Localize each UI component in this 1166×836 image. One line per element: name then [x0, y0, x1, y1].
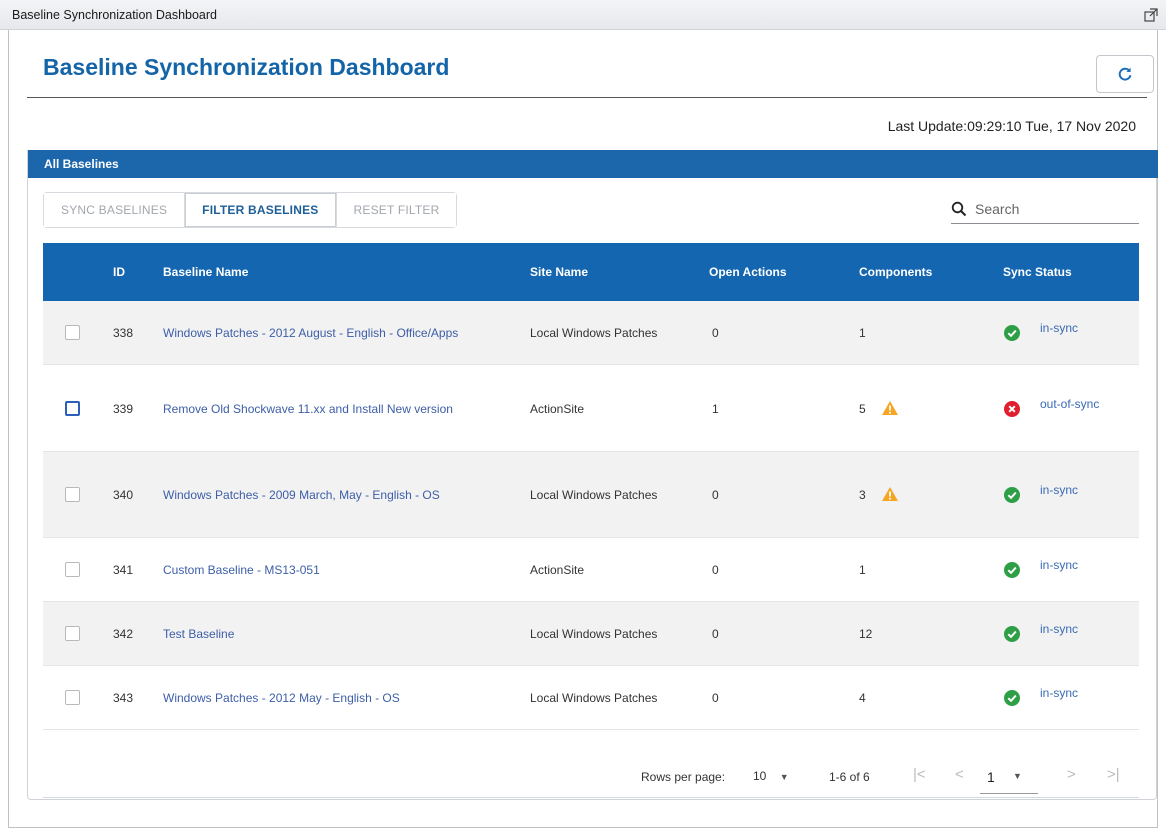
row-id: 343 — [113, 691, 134, 705]
check-circle-icon — [1004, 325, 1020, 341]
error-circle-icon — [1004, 400, 1020, 417]
sync-status-link[interactable]: in-sync — [1040, 622, 1078, 636]
row-checkbox[interactable] — [65, 400, 80, 416]
baseline-name-link[interactable]: Windows Patches - 2009 March, May - Engl… — [163, 488, 440, 502]
sync-status-link[interactable]: in-sync — [1040, 483, 1078, 497]
components-count: 12 — [859, 627, 873, 641]
baseline-name-link[interactable]: Windows Patches - 2012 August - English … — [163, 326, 458, 340]
table-row[interactable]: 343 Windows Patches - 2012 May - English … — [43, 666, 1139, 730]
toolbar-button-group: SYNC BASELINES FILTER BASELINES RESET FI… — [43, 192, 458, 228]
components-count: 4 — [859, 691, 866, 705]
column-header-open-actions[interactable]: Open Actions — [709, 265, 787, 279]
components-count: 1 — [859, 563, 866, 577]
row-id: 341 — [113, 563, 134, 577]
table-row[interactable]: 338 Windows Patches - 2012 August - Engli… — [43, 301, 1139, 365]
site-name: ActionSite — [530, 401, 585, 416]
window-title: Baseline Synchronization Dashboard — [12, 7, 217, 22]
row-id: 342 — [113, 627, 134, 641]
row-checkbox[interactable] — [65, 690, 80, 705]
last-update-value: 09:29:10 Tue, 17 Nov 2020 — [967, 118, 1136, 134]
sync-status-link[interactable]: in-sync — [1040, 686, 1078, 700]
open-actions-count: 0 — [712, 326, 719, 340]
page-title: Baseline Synchronization Dashboard — [43, 54, 450, 80]
sync-status-link[interactable]: in-sync — [1040, 558, 1078, 572]
filter-baselines-button[interactable]: FILTER BASELINES — [185, 193, 337, 227]
check-circle-icon — [1004, 626, 1020, 642]
site-name: ActionSite — [530, 563, 585, 577]
baseline-name-link[interactable]: Custom Baseline - MS13-051 — [163, 563, 320, 577]
column-header-baseline-name[interactable]: Baseline Name — [163, 265, 248, 279]
row-id: 338 — [113, 326, 134, 340]
site-name: Local Windows Patches — [530, 627, 658, 641]
window-title-bar: Baseline Synchronization Dashboard — [0, 0, 1166, 30]
refresh-icon — [1118, 67, 1132, 81]
components-count: 3 — [859, 488, 866, 502]
open-actions-count: 0 — [712, 488, 719, 502]
next-page-icon[interactable]: > — [1067, 766, 1076, 783]
check-circle-icon — [1004, 562, 1020, 578]
open-actions-count: 0 — [712, 627, 719, 641]
site-name: Local Windows Patches — [530, 488, 658, 502]
baseline-name-link[interactable]: Test Baseline — [163, 627, 234, 641]
dashboard-frame: Baseline Synchronization Dashboard Last … — [8, 30, 1158, 828]
last-update-label: Last Update: — [887, 118, 968, 134]
rows-per-page-value: 10 — [753, 769, 767, 783]
column-header-components[interactable]: Components — [859, 265, 932, 279]
site-name: Local Windows Patches — [530, 326, 658, 340]
search-box — [951, 194, 1139, 224]
page-number: 1 — [987, 769, 995, 785]
last-update: Last Update:09:29:10 Tue, 17 Nov 2020 — [888, 118, 1136, 134]
first-page-icon[interactable]: |< — [913, 766, 926, 783]
table-row[interactable]: 340 Windows Patches - 2009 March, May - E… — [43, 452, 1139, 538]
card-header: All Baselines — [28, 150, 1158, 178]
column-header-site-name[interactable]: Site Name — [530, 265, 588, 279]
check-circle-icon — [1004, 487, 1020, 503]
components-count: 5 — [859, 401, 866, 416]
sync-status-link[interactable]: out-of-sync — [1040, 397, 1099, 411]
table-row[interactable]: 341 Custom Baseline - MS13-051 ActionSite 0… — [43, 538, 1139, 602]
row-checkbox[interactable] — [65, 562, 80, 577]
table-body: 338 Windows Patches - 2012 August - Engli… — [43, 301, 1139, 730]
search-icon — [951, 201, 967, 216]
last-page-icon[interactable]: >| — [1107, 766, 1120, 783]
baseline-name-link[interactable]: Remove Old Shockwave 11.xx and Install N… — [163, 402, 453, 416]
chevron-down-icon: ▼ — [779, 772, 789, 782]
row-id: 340 — [113, 488, 134, 502]
popout-icon[interactable] — [1136, 0, 1166, 30]
warning-icon — [882, 487, 898, 501]
baseline-name-link[interactable]: Windows Patches - 2012 May - English - O… — [163, 691, 400, 705]
chevron-down-icon: ▼ — [1013, 771, 1022, 781]
open-actions-count: 0 — [712, 691, 719, 705]
baselines-card: All Baselines SYNC BASELINES FILTER BASE… — [27, 150, 1158, 800]
sync-baselines-button[interactable]: SYNC BASELINES — [44, 193, 186, 227]
warning-icon — [882, 400, 898, 415]
table-row[interactable]: 342 Test Baseline Local Windows Patches 0 12… — [43, 602, 1139, 666]
table-header: ID Baseline Name Site Name Open Actions … — [43, 243, 1139, 301]
previous-page-icon[interactable]: < — [955, 766, 964, 783]
refresh-button[interactable] — [1096, 55, 1154, 93]
pagination: Rows per page: 10 ▼ 1-6 of 6 |< < 1 ▼ > … — [43, 760, 1139, 796]
open-actions-count: 0 — [712, 563, 719, 577]
rows-per-page-select[interactable]: 10 ▼ — [753, 769, 789, 783]
page-range: 1-6 of 6 — [829, 770, 870, 784]
components-count: 1 — [859, 326, 866, 340]
check-circle-icon — [1004, 690, 1020, 706]
row-checkbox[interactable] — [65, 325, 80, 340]
page-select[interactable]: 1 ▼ — [980, 768, 1038, 794]
row-checkbox[interactable] — [65, 487, 80, 502]
column-header-sync-status[interactable]: Sync Status — [1003, 265, 1072, 279]
table-row[interactable]: 339 Remove Old Shockwave 11.xx and Instal… — [43, 365, 1139, 452]
reset-filter-button[interactable]: RESET FILTER — [336, 193, 457, 227]
search-input[interactable] — [975, 200, 1125, 217]
sync-status-link[interactable]: in-sync — [1040, 321, 1078, 335]
card-bottom-divider — [43, 797, 1139, 798]
title-divider — [27, 97, 1147, 98]
row-id: 339 — [113, 401, 134, 416]
rows-per-page-label: Rows per page: — [641, 770, 726, 784]
row-checkbox[interactable] — [65, 626, 80, 641]
site-name: Local Windows Patches — [530, 691, 658, 705]
open-actions-count: 1 — [712, 401, 719, 416]
column-header-id[interactable]: ID — [113, 265, 125, 279]
